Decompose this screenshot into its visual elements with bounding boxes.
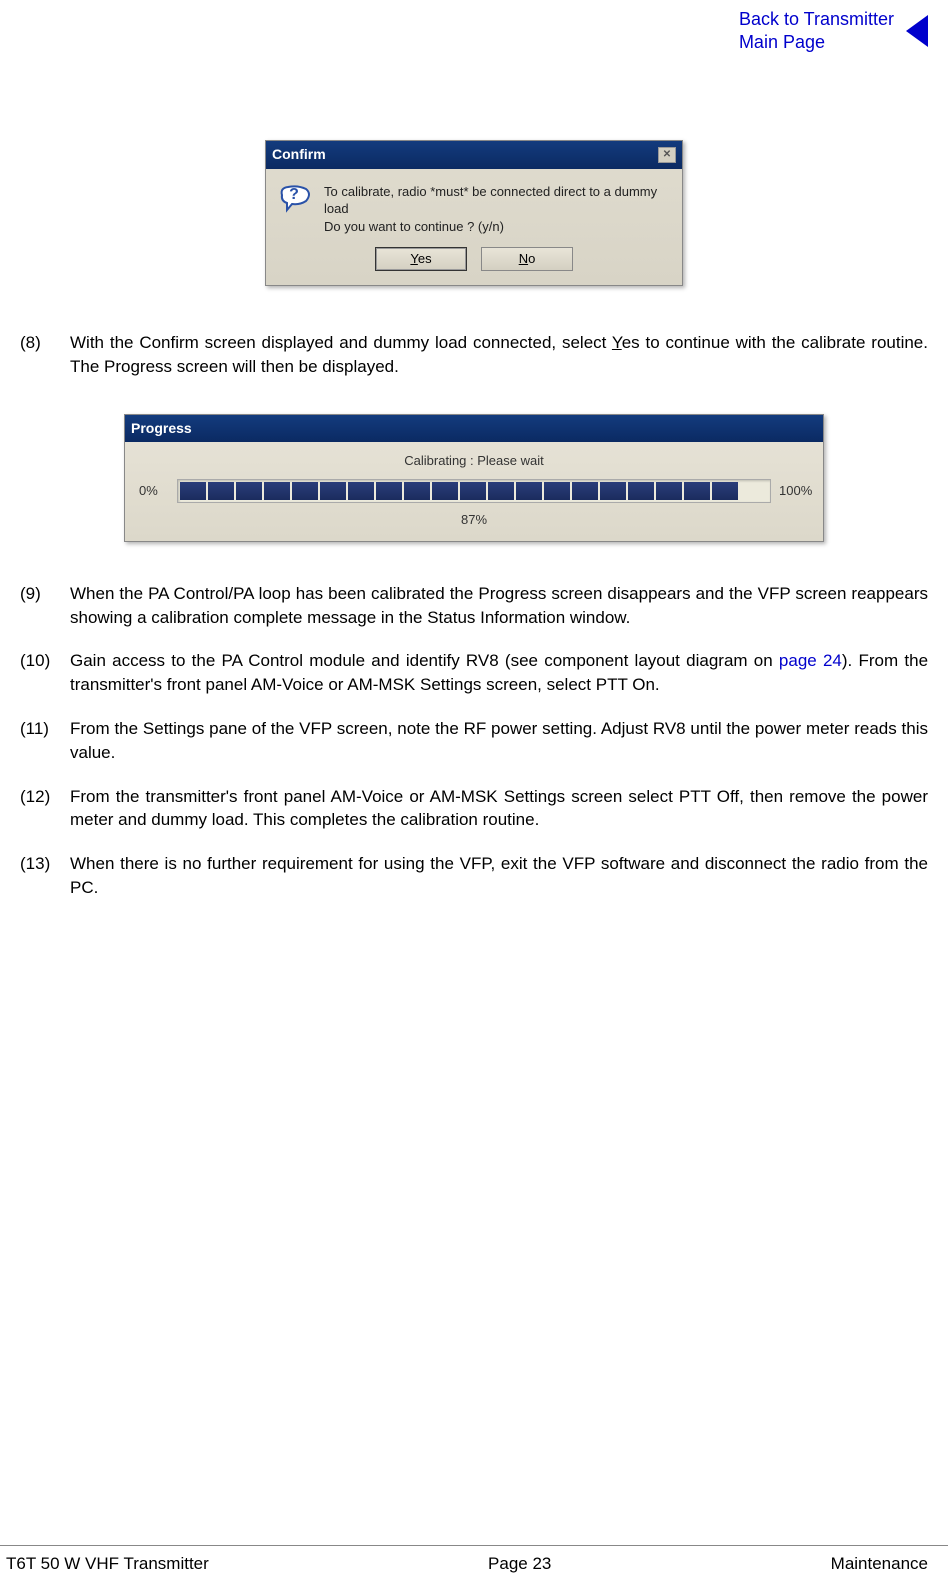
step-11: (11) From the Settings pane of the VFP s…	[20, 717, 928, 765]
step-8: (8) With the Confirm screen displayed an…	[20, 331, 928, 379]
close-icon[interactable]: ✕	[658, 147, 676, 163]
yes-button[interactable]: Yes	[375, 247, 467, 271]
step-num: (8)	[20, 331, 70, 379]
no-button[interactable]: No	[481, 247, 573, 271]
step-num: (11)	[20, 717, 70, 765]
confirm-dialog: Confirm ✕ ? To calibrate, radio *must* b…	[265, 140, 683, 286]
confirm-dialog-title: Confirm	[272, 145, 326, 165]
step-10: (10) Gain access to the PA Control modul…	[20, 649, 928, 697]
back-link-line2: Main Page	[739, 32, 825, 52]
back-link[interactable]: Back to Transmitter Main Page	[739, 8, 894, 55]
question-icon: ?	[278, 183, 312, 236]
step-num: (13)	[20, 852, 70, 900]
progress-left-label: 0%	[139, 482, 169, 500]
footer-left: T6T 50 W VHF Transmitter	[6, 1552, 209, 1576]
step-num: (12)	[20, 785, 70, 833]
progress-right-label: 100%	[779, 482, 809, 500]
progress-dialog-title: Progress	[131, 419, 192, 439]
back-link-line1: Back to Transmitter	[739, 9, 894, 29]
confirm-text-line1: To calibrate, radio *must* be connected …	[324, 183, 670, 218]
progress-message: Calibrating : Please wait	[139, 452, 809, 470]
step-13: (13) When there is no further requiremen…	[20, 852, 928, 900]
step-num: (9)	[20, 582, 70, 630]
progress-percent: 87%	[139, 511, 809, 529]
page-link[interactable]: page 24	[779, 651, 842, 670]
page-footer: T6T 50 W VHF Transmitter Page 23 Mainten…	[0, 1545, 948, 1576]
progress-bar	[177, 479, 771, 503]
step-9: (9) When the PA Control/PA loop has been…	[20, 582, 928, 630]
progress-dialog: Progress Calibrating : Please wait 0% 10…	[124, 414, 824, 542]
back-arrow-icon[interactable]	[906, 15, 928, 47]
step-num: (10)	[20, 649, 70, 697]
confirm-text-line2: Do you want to continue ? (y/n)	[324, 218, 670, 236]
footer-right: Maintenance	[831, 1552, 928, 1576]
footer-center: Page 23	[488, 1552, 551, 1576]
step-12: (12) From the transmitter's front panel …	[20, 785, 928, 833]
svg-text:?: ?	[289, 186, 299, 203]
